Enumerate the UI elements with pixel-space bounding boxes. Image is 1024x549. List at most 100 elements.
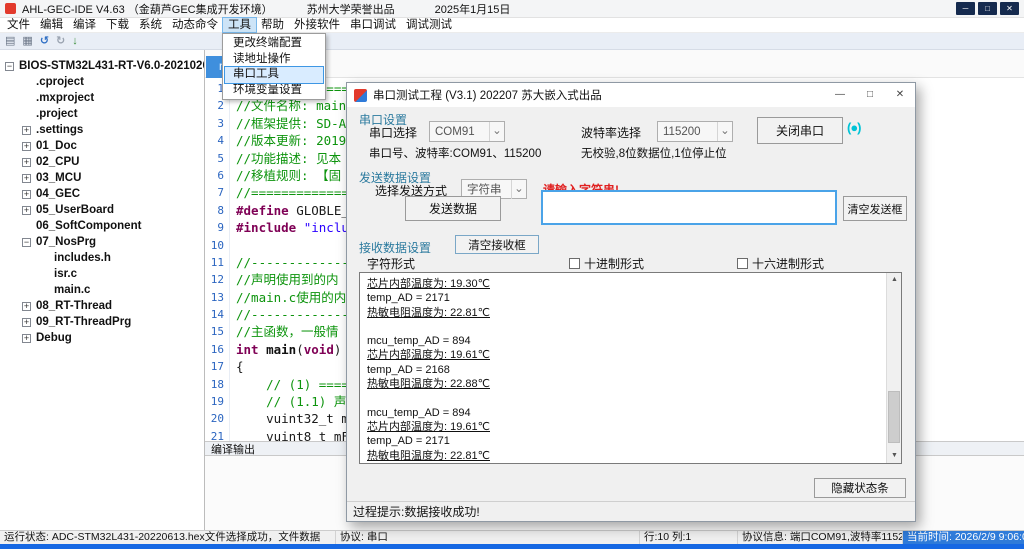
expand-icon[interactable]: + xyxy=(22,334,31,343)
expand-icon[interactable]: + xyxy=(22,302,31,311)
clear-receive-button[interactable]: 清空接收框 xyxy=(455,235,539,254)
line-content: vuint8_t mF xyxy=(230,428,349,441)
minimize-button[interactable]: ─ xyxy=(956,2,975,15)
line-number: 6 xyxy=(205,167,230,184)
download-icon[interactable]: ↓ xyxy=(72,35,78,47)
tree-label: .project xyxy=(36,108,78,120)
tree-label: .settings xyxy=(36,124,83,136)
tree-item-.cproject[interactable]: .cproject xyxy=(0,74,204,90)
tree-item-02_CPU[interactable]: +02_CPU xyxy=(0,154,204,170)
tree-item-Debug[interactable]: +Debug xyxy=(0,330,204,346)
expand-icon[interactable]: + xyxy=(22,126,31,135)
receive-lines: 芯片内部温度为: 19.30℃temp_AD = 2171热敏电阻温度为: 22… xyxy=(367,277,881,463)
clear-send-button[interactable]: 清空发送框 xyxy=(843,196,907,221)
port-select[interactable]: COM91 ⌄ xyxy=(429,121,505,142)
tree-item-.settings[interactable]: + .settings xyxy=(0,122,204,138)
close-serial-button[interactable]: 关闭串口 xyxy=(757,117,843,144)
receive-line: 热敏电阻温度为: 22.81℃ xyxy=(367,306,881,320)
receive-option-十六进制形式[interactable]: 十六进制形式 xyxy=(737,255,824,271)
toolbar: ▤ ▦ ↺ ↻ ↓ xyxy=(0,33,1024,50)
menu-item-串口调试[interactable]: 串口调试 xyxy=(345,18,401,32)
menu-item-下载[interactable]: 下载 xyxy=(101,18,134,32)
checkbox-十进制形式[interactable] xyxy=(569,258,580,269)
hide-statusbar-button[interactable]: 隐藏状态条 xyxy=(814,478,906,498)
app-logo-icon xyxy=(5,3,16,14)
tree-item-BIOS-STM32L431-RT-V6.0-20210203[interactable]: −BIOS-STM32L431-RT-V6.0-20210203 xyxy=(0,58,204,74)
scroll-up-icon[interactable]: ▲ xyxy=(887,273,902,287)
tree-item-04_GEC[interactable]: +04_GEC xyxy=(0,186,204,202)
tools-menu-item-更改终端配置[interactable]: 更改终端配置 xyxy=(225,36,323,52)
tree-item-08_RT-Thread[interactable]: +08_RT-Thread xyxy=(0,298,204,314)
tree-label: 04_GEC xyxy=(36,188,80,200)
tree-item-07_NosPrg[interactable]: −07_NosPrg xyxy=(0,234,204,250)
expand-icon[interactable]: + xyxy=(22,318,31,327)
status-segment-0: 运行状态: ADC-STM32L431-20220613.hex文件选择成功，文… xyxy=(0,531,336,544)
menu-item-系统[interactable]: 系统 xyxy=(134,18,167,32)
line-content: //版本更新: 2019 xyxy=(230,132,346,149)
receive-box[interactable]: 芯片内部温度为: 19.30℃temp_AD = 2171热敏电阻温度为: 22… xyxy=(359,272,902,464)
expand-icon[interactable]: + xyxy=(22,174,31,183)
menu-item-编译[interactable]: 编译 xyxy=(68,18,101,32)
serial-info-left: 串口号、波特率:COM91、115200 xyxy=(369,145,541,161)
expand-icon[interactable]: + xyxy=(22,206,31,215)
tree-item-.project[interactable]: .project xyxy=(0,106,204,122)
maximize-button[interactable]: □ xyxy=(978,2,997,15)
tree-label: isr.c xyxy=(54,268,77,280)
line-content xyxy=(230,237,236,254)
titlebar: AHL-GEC-IDE V4.63 （金葫芦GEC集成开发环境） 苏州大学荣誉出… xyxy=(0,0,1024,18)
receive-scrollbar[interactable]: ▲ ▼ xyxy=(886,273,901,463)
checkbox-十六进制形式[interactable] xyxy=(737,258,748,269)
expand-icon[interactable]: + xyxy=(22,142,31,151)
tree-label: .cproject xyxy=(36,76,84,88)
undo-icon[interactable]: ↺ xyxy=(40,35,49,47)
open-file-icon[interactable]: ▤ xyxy=(5,35,15,47)
dialog-maximize-button[interactable]: □ xyxy=(855,83,885,107)
dialog-title: 串口测试工程 (V3.1) 202207 苏大嵌入式出品 xyxy=(373,87,602,103)
tools-menu-item-串口工具[interactable]: 串口工具 xyxy=(225,67,323,83)
menu-item-调试测试[interactable]: 调试测试 xyxy=(401,18,457,32)
menu-item-工具[interactable]: 工具 xyxy=(223,18,256,32)
line-content: //main.c使用的内 xyxy=(230,289,346,306)
tree-item-01_Doc[interactable]: +01_Doc xyxy=(0,138,204,154)
line-number: 20 xyxy=(205,410,230,427)
menu-item-动态命令[interactable]: 动态命令 xyxy=(167,18,223,32)
baud-select[interactable]: 115200 ⌄ xyxy=(657,121,733,142)
tree-item-09_RT-ThreadPrg[interactable]: +09_RT-ThreadPrg xyxy=(0,314,204,330)
receive-option-十进制形式[interactable]: 十进制形式 xyxy=(569,255,644,271)
collapse-icon[interactable]: − xyxy=(22,238,31,247)
tree-item-includes.h[interactable]: includes.h xyxy=(0,250,204,266)
expand-icon[interactable]: + xyxy=(22,158,31,167)
tree-label: BIOS-STM32L431-RT-V6.0-20210203 xyxy=(19,60,205,72)
line-number: 8 xyxy=(205,202,230,219)
menu-item-编辑[interactable]: 编辑 xyxy=(35,18,68,32)
tools-menu: 更改终端配置读地址操作串口工具环境变量设置 xyxy=(222,33,326,100)
window-date: 2025年1月15日 xyxy=(435,1,511,17)
tools-menu-item-环境变量设置[interactable]: 环境变量设置 xyxy=(225,83,323,99)
dialog-close-button[interactable]: ✕ xyxy=(885,83,915,107)
line-number: 18 xyxy=(205,376,230,393)
tree-item-06_SoftComponent[interactable]: 06_SoftComponent xyxy=(0,218,204,234)
send-data-button[interactable]: 发送数据 xyxy=(405,196,501,221)
tree-item-main.c[interactable]: main.c xyxy=(0,282,204,298)
collapse-icon[interactable]: − xyxy=(5,62,14,71)
receive-line: 芯片内部温度为: 19.30℃ xyxy=(367,277,881,291)
receive-option-字符形式[interactable]: 字符形式 xyxy=(367,255,415,271)
serial-signal-icon: (●) xyxy=(847,120,861,135)
close-button[interactable]: ✕ xyxy=(1000,2,1019,15)
line-content: // (1) ===== xyxy=(230,376,356,393)
scroll-down-icon[interactable]: ▼ xyxy=(887,449,902,463)
tree-item-05_UserBoard[interactable]: +05_UserBoard xyxy=(0,202,204,218)
menu-item-文件[interactable]: 文件 xyxy=(2,18,35,32)
scroll-thumb[interactable] xyxy=(888,391,900,443)
save-icon[interactable]: ▦ xyxy=(22,35,32,47)
tools-menu-item-读地址操作[interactable]: 读地址操作 xyxy=(225,52,323,68)
tree-item-.mxproject[interactable]: .mxproject xyxy=(0,90,204,106)
tree-item-03_MCU[interactable]: +03_MCU xyxy=(0,170,204,186)
dialog-minimize-button[interactable]: — xyxy=(825,83,855,107)
menu-item-帮助[interactable]: 帮助 xyxy=(256,18,289,32)
expand-icon[interactable]: + xyxy=(22,190,31,199)
send-input[interactable] xyxy=(541,190,837,225)
redo-icon[interactable]: ↻ xyxy=(56,35,65,47)
tree-item-isr.c[interactable]: isr.c xyxy=(0,266,204,282)
menu-item-外接软件[interactable]: 外接软件 xyxy=(289,18,345,32)
